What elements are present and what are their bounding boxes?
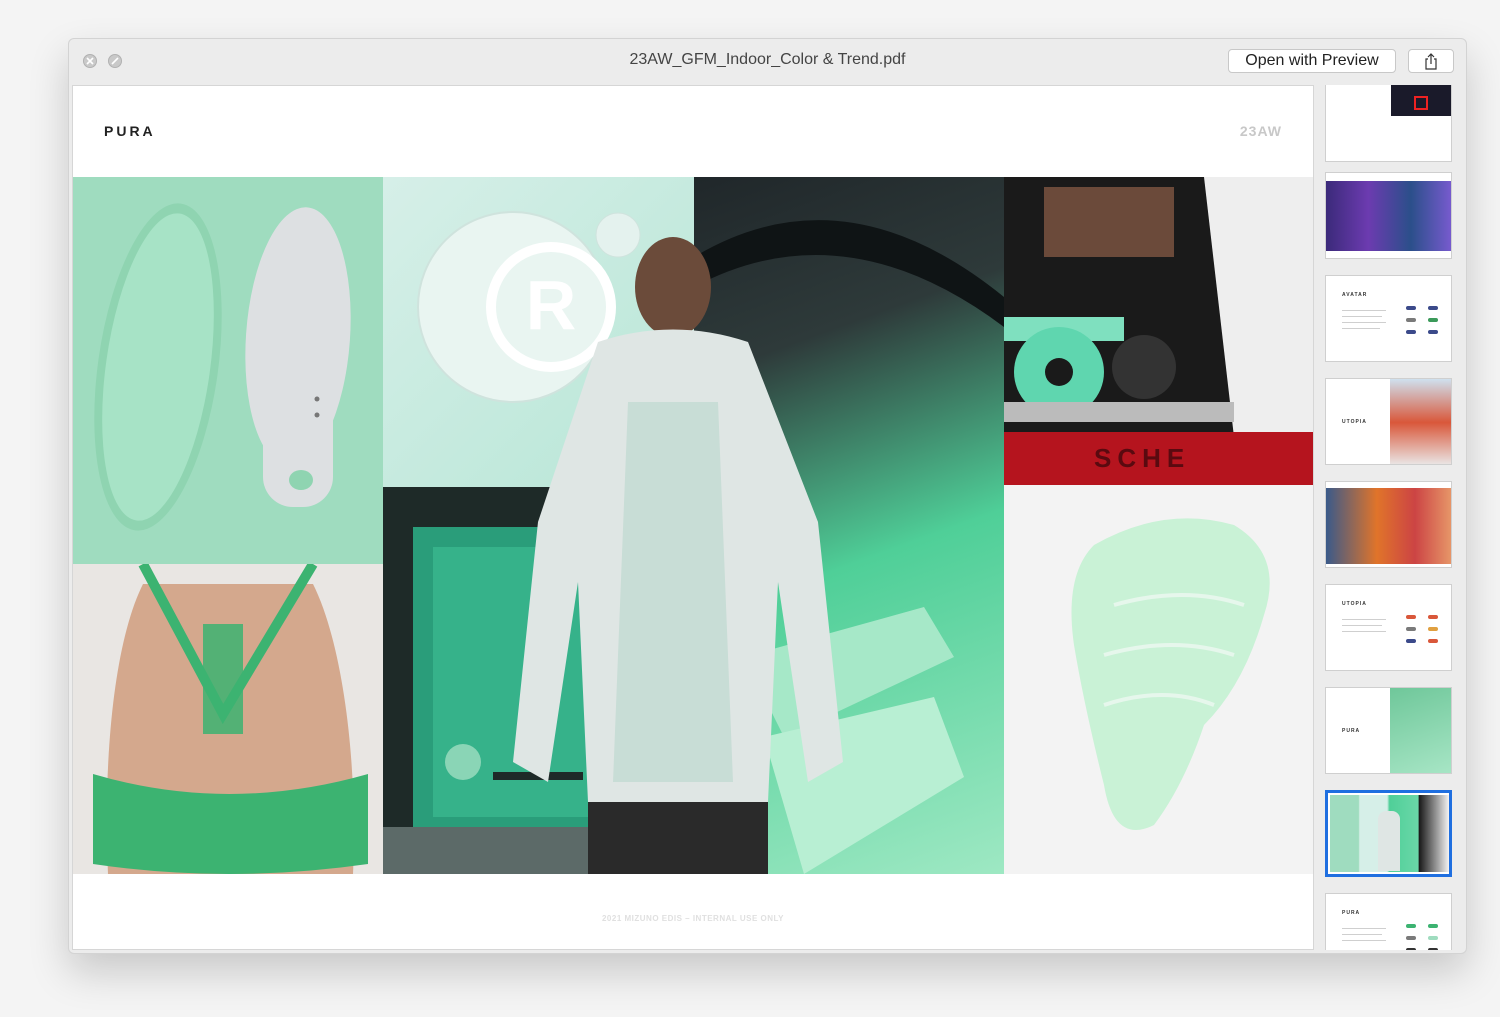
photo-collage: R SCHE <box>73 177 1313 874</box>
page-footer: 2021 MIZUNO EDIS – INTERNAL USE ONLY <box>601 914 785 923</box>
quick-look-window: 23AW_GFM_Indoor_Color & Trend.pdf Open w… <box>68 38 1467 954</box>
title-bar: 23AW_GFM_Indoor_Color & Trend.pdf Open w… <box>69 39 1466 85</box>
thumbnail-label: AVATAR <box>1342 292 1368 298</box>
open-with-preview-button[interactable]: Open with Preview <box>1228 49 1396 73</box>
thumbnail-page-7[interactable]: PURA <box>1325 687 1452 774</box>
share-button[interactable] <box>1408 49 1454 73</box>
porsche-engine-photo: SCHE <box>1004 177 1313 485</box>
thumbnail-page-1[interactable] <box>1325 85 1452 162</box>
share-icon <box>1425 53 1437 70</box>
sports-bra-illustration <box>93 564 368 874</box>
thumbnail-page-9[interactable]: PURA <box>1325 893 1452 950</box>
page-season-label: 23AW <box>1239 123 1282 139</box>
thumbnail-label: PURA <box>1342 728 1361 734</box>
insoles-illustration <box>94 203 351 531</box>
sports-bra-photo <box>73 564 383 874</box>
thumbnail-label: UTOPIA <box>1342 419 1367 425</box>
thumbnail-page-5[interactable] <box>1325 481 1452 568</box>
document-page: PURA 23AW R SCHE 2021 MIZUNO EDIS – INTE… <box>72 85 1314 950</box>
model-illustration <box>513 237 843 874</box>
paint-smear-illustration <box>1071 518 1270 830</box>
thumbnail-label: UTOPIA <box>1342 601 1367 607</box>
thumbnail-page-4[interactable]: UTOPIA <box>1325 378 1452 465</box>
paint-smear-photo <box>1004 485 1313 874</box>
thumbnail-page-3[interactable]: AVATAR <box>1325 275 1452 362</box>
model-in-jacket-photo <box>478 222 848 874</box>
svg-text:SCHE: SCHE <box>1094 443 1190 473</box>
thumbnail-label: PURA <box>1342 910 1361 916</box>
thumbnail-page-2[interactable] <box>1325 172 1452 259</box>
thumbnail-page-6[interactable]: UTOPIA <box>1325 584 1452 671</box>
page-brand-title: PURA <box>104 123 156 139</box>
thumbnail-page-8-selected[interactable] <box>1325 790 1452 877</box>
porsche-engine-illustration: SCHE <box>1004 177 1313 485</box>
insoles-photo <box>73 177 383 564</box>
thumbnail-sidebar[interactable]: AVATAR UTOPIA UTOPIA PURA PURA <box>1317 85 1466 950</box>
